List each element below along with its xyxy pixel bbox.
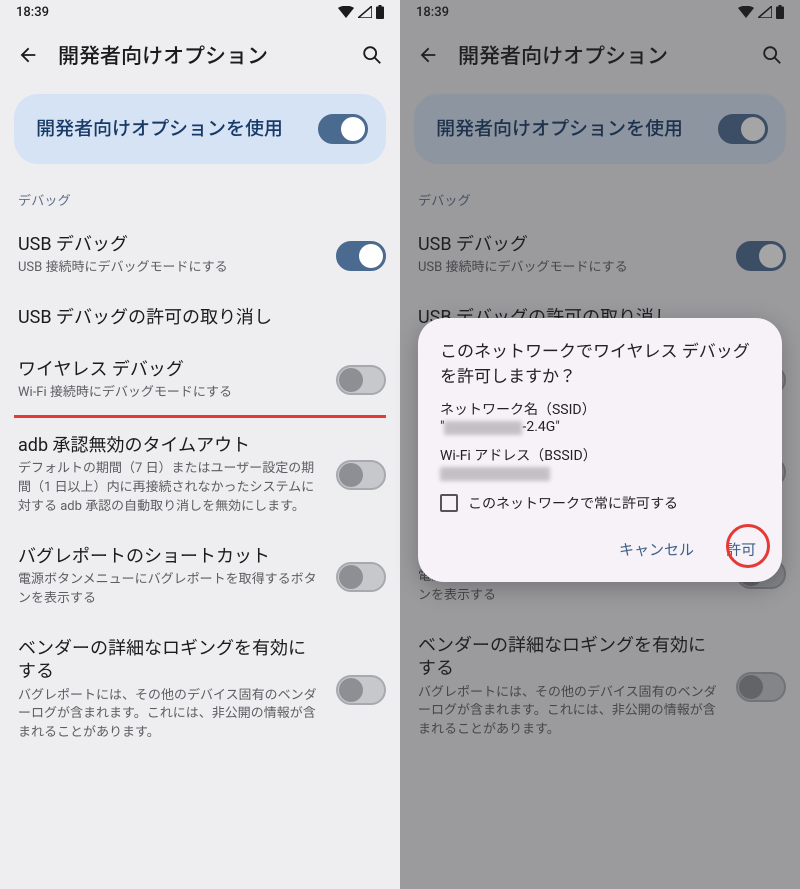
- settings-content: 開発者向けオプションを使用 デバッグ USB デバッグ USB 接続時にデバッグ…: [0, 84, 400, 757]
- redacted-bssid: [440, 467, 550, 481]
- wireless-debug-dialog: このネットワークでワイヤレス デバッグを許可しますか？ ネットワーク名（SSID…: [418, 318, 782, 582]
- setting-usb-revoke[interactable]: USB デバッグの許可の取り消し: [14, 292, 386, 343]
- dialog-bssid-value: [440, 465, 760, 481]
- setting-title: ベンダーの詳細なロギングを有効にする: [18, 637, 320, 684]
- page-title: 開発者向けオプション: [58, 40, 342, 70]
- cancel-button[interactable]: キャンセル: [615, 531, 698, 568]
- allow-button[interactable]: 許可: [722, 531, 760, 568]
- setting-vendor-logging[interactable]: ベンダーの詳細なロギングを有効にする バグレポートには、その他のデバイス固有のベ…: [14, 623, 386, 757]
- app-bar: 開発者向けオプション: [0, 24, 400, 84]
- back-icon[interactable]: [16, 43, 40, 67]
- dialog-ssid-value: "-2.4G": [440, 419, 760, 435]
- master-toggle-card[interactable]: 開発者向けオプションを使用: [14, 94, 386, 164]
- master-toggle-label: 開発者向けオプションを使用: [36, 116, 302, 142]
- dialog-always-label: このネットワークで常に許可する: [468, 493, 678, 513]
- setting-sub: USB 接続時にデバッグモードにする: [18, 259, 320, 278]
- setting-usb-debug[interactable]: USB デバッグ USB 接続時にデバッグモードにする: [14, 219, 386, 292]
- setting-title: ワイヤレス デバッグ: [18, 358, 320, 381]
- setting-title: adb 承認無効のタイムアウト: [18, 434, 320, 457]
- search-icon[interactable]: [360, 43, 384, 67]
- setting-bugreport[interactable]: バグレポートのショートカット 電源ボタンメニューにバグレポートを取得するボタンを…: [14, 531, 386, 623]
- battery-icon: [376, 5, 384, 19]
- phone-right: 18:39 開発者向けオプション 開発者向けオプションを使用 デバッグ USB …: [400, 0, 800, 889]
- setting-sub: デフォルトの期間（7 日）またはユーザー設定の期間（1 日以上）内に再接続されな…: [18, 460, 320, 517]
- phone-left: 18:39 開発者向けオプション 開発者向けオプションを使用 デバッグ USB …: [0, 0, 400, 889]
- vendor-logging-toggle[interactable]: [336, 675, 386, 705]
- setting-sub: 電源ボタンメニューにバグレポートを取得するボタンを表示する: [18, 571, 320, 609]
- section-debug: デバッグ: [14, 164, 386, 219]
- setting-title: バグレポートのショートカット: [18, 545, 320, 568]
- dialog-always-row[interactable]: このネットワークで常に許可する: [440, 493, 760, 513]
- dialog-ssid-label: ネットワーク名（SSID）: [440, 399, 760, 419]
- dialog-title: このネットワークでワイヤレス デバッグを許可しますか？: [440, 340, 760, 389]
- setting-sub: バグレポートには、その他のデバイス固有のベンダーログが含まれます。これには、非公…: [18, 687, 320, 744]
- usb-debug-toggle[interactable]: [336, 241, 386, 271]
- status-time: 18:39: [16, 5, 49, 20]
- setting-title: USB デバッグ: [18, 233, 320, 256]
- bugreport-toggle[interactable]: [336, 562, 386, 592]
- setting-title: USB デバッグの許可の取り消し: [18, 306, 386, 329]
- redacted-ssid: [444, 421, 522, 435]
- wireless-debug-toggle[interactable]: [336, 365, 386, 395]
- adb-timeout-toggle[interactable]: [336, 460, 386, 490]
- checkbox-icon[interactable]: [440, 494, 458, 512]
- dialog-actions: キャンセル 許可: [440, 531, 760, 568]
- dialog-bssid-label: Wi-Fi アドレス（BSSID）: [440, 445, 760, 465]
- master-toggle[interactable]: [318, 114, 368, 144]
- setting-adb-timeout[interactable]: adb 承認無効のタイムアウト デフォルトの期間（7 日）またはユーザー設定の期…: [14, 420, 386, 531]
- status-icons: [338, 5, 384, 19]
- setting-sub: Wi-Fi 接続時にデバッグモードにする: [18, 384, 320, 403]
- signal-icon: [358, 6, 372, 18]
- status-bar: 18:39: [0, 0, 400, 24]
- wifi-icon: [338, 6, 354, 18]
- setting-wireless-debug[interactable]: ワイヤレス デバッグ Wi-Fi 接続時にデバッグモードにする: [14, 344, 386, 418]
